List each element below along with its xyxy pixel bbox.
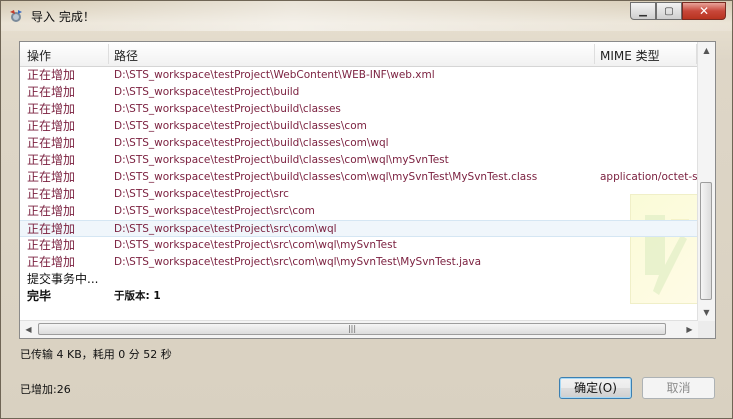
row-action: 正在增加 — [27, 136, 76, 150]
list-item[interactable]: 正在增加 D:\STS_workspace\testProject\WebCon… — [20, 67, 698, 84]
list-item[interactable]: 正在增加 D:\STS_workspace\testProject\build — [20, 84, 698, 101]
list-item[interactable]: 正在增加 D:\STS_workspace\testProject\build\… — [20, 101, 698, 118]
row-action: 正在增加 — [27, 255, 76, 269]
row-path: D:\STS_workspace\testProject\build\class… — [114, 171, 538, 183]
row-action: 正在增加 — [27, 85, 76, 99]
row-path: D:\STS_workspace\testProject\src\com\wql — [114, 223, 337, 235]
column-divider[interactable] — [594, 44, 595, 64]
scroll-up-arrow-icon[interactable]: ▲ — [698, 42, 715, 59]
import-complete-dialog: 导入 完成！ ▁ ▢ ✕ 操作 路径 MIME 类型 正在增加 D:\STS_w… — [0, 0, 733, 419]
cancel-button[interactable]: 取消 — [642, 377, 715, 399]
added-count: 已增加:26 — [20, 383, 71, 396]
row-action: 正在增加 — [27, 119, 76, 133]
horizontal-scroll-thumb[interactable]: ||| — [38, 323, 666, 335]
row-mime: application/octet-str — [600, 171, 698, 183]
title-bar: 导入 完成！ ▁ ▢ ✕ — [1, 1, 732, 31]
row-path: D:\STS_workspace\testProject\build — [114, 86, 300, 98]
list-item[interactable]: 正在增加 D:\STS_workspace\testProject\build\… — [20, 118, 698, 135]
row-action: 完毕 — [27, 289, 52, 303]
row-path: D:\STS_workspace\testProject\src\com\wql… — [114, 256, 482, 268]
results-list[interactable]: 操作 路径 MIME 类型 正在增加 D:\STS_workspace\test… — [19, 41, 716, 339]
column-header-mime[interactable]: MIME 类型 — [600, 47, 660, 64]
tortoise-svn-icon — [10, 10, 22, 22]
list-item[interactable]: 正在增加 D:\STS_workspace\testProject\src — [20, 186, 698, 203]
maximize-button[interactable]: ▢ — [656, 2, 682, 20]
list-item[interactable]: 提交事务中... — [20, 271, 698, 288]
caption-buttons: ▁ ▢ ✕ — [630, 2, 726, 21]
scroll-left-arrow-icon[interactable]: ◀ — [20, 321, 37, 338]
list-item[interactable]: 正在增加 D:\STS_workspace\testProject\src\co… — [20, 254, 698, 271]
column-header-path[interactable]: 路径 — [114, 47, 138, 64]
row-action: 正在增加 — [27, 170, 76, 184]
column-divider[interactable] — [108, 44, 109, 64]
close-button[interactable]: ✕ — [682, 2, 726, 20]
list-item-selected[interactable]: 正在增加 D:\STS_workspace\testProject\src\co… — [20, 220, 698, 237]
list-item[interactable]: 正在增加 D:\STS_workspace\testProject\build\… — [20, 135, 698, 152]
row-action: 正在增加 — [27, 102, 76, 116]
row-path: D:\STS_workspace\testProject\src — [114, 188, 289, 200]
row-path: D:\STS_workspace\testProject\WebContent\… — [114, 69, 435, 81]
row-path: D:\STS_workspace\testProject\build\class… — [114, 154, 449, 166]
scroll-right-arrow-icon[interactable]: ▶ — [681, 321, 698, 338]
row-action: 正在增加 — [27, 204, 76, 218]
row-action: 正在增加 — [27, 68, 76, 82]
list-rows: 正在增加 D:\STS_workspace\testProject\WebCon… — [20, 67, 698, 305]
vertical-scroll-thumb[interactable] — [700, 182, 712, 300]
scrollbar-corner — [698, 321, 715, 338]
minimize-button[interactable]: ▁ — [630, 2, 656, 20]
row-path: D:\STS_workspace\testProject\build\class… — [114, 137, 389, 149]
row-path: D:\STS_workspace\testProject\build\class… — [114, 120, 367, 132]
window-title: 导入 完成！ — [31, 10, 95, 24]
horizontal-scrollbar[interactable]: ◀ ||| ▶ — [20, 320, 698, 338]
row-action: 正在增加 — [27, 153, 76, 167]
row-path: D:\STS_workspace\testProject\src\com\wql… — [114, 239, 397, 251]
ok-button[interactable]: 确定(O) — [559, 377, 632, 399]
scroll-down-arrow-icon[interactable]: ▼ — [698, 304, 715, 321]
list-item[interactable]: 完毕 于版本: 1 — [20, 288, 698, 305]
row-path: D:\STS_workspace\testProject\build\class… — [114, 103, 341, 115]
transfer-status: 已传输 4 KB，耗用 0 分 52 秒 — [20, 348, 172, 361]
vertical-scrollbar[interactable]: ▲ ▼ — [697, 42, 715, 321]
row-path: D:\STS_workspace\testProject\src\com — [114, 205, 315, 217]
row-path: 于版本: 1 — [114, 290, 161, 302]
list-item[interactable]: 正在增加 D:\STS_workspace\testProject\src\co… — [20, 203, 698, 220]
list-item[interactable]: 正在增加 D:\STS_workspace\testProject\src\co… — [20, 237, 698, 254]
row-action: 正在增加 — [27, 238, 76, 252]
list-item[interactable]: 正在增加 D:\STS_workspace\testProject\build\… — [20, 152, 698, 169]
row-action: 正在增加 — [27, 187, 76, 201]
row-action: 正在增加 — [27, 222, 76, 236]
column-header-action[interactable]: 操作 — [27, 47, 51, 64]
list-item[interactable]: 正在增加 D:\STS_workspace\testProject\build\… — [20, 169, 698, 186]
list-header: 操作 路径 MIME 类型 — [20, 42, 698, 67]
row-action: 提交事务中... — [27, 272, 99, 286]
